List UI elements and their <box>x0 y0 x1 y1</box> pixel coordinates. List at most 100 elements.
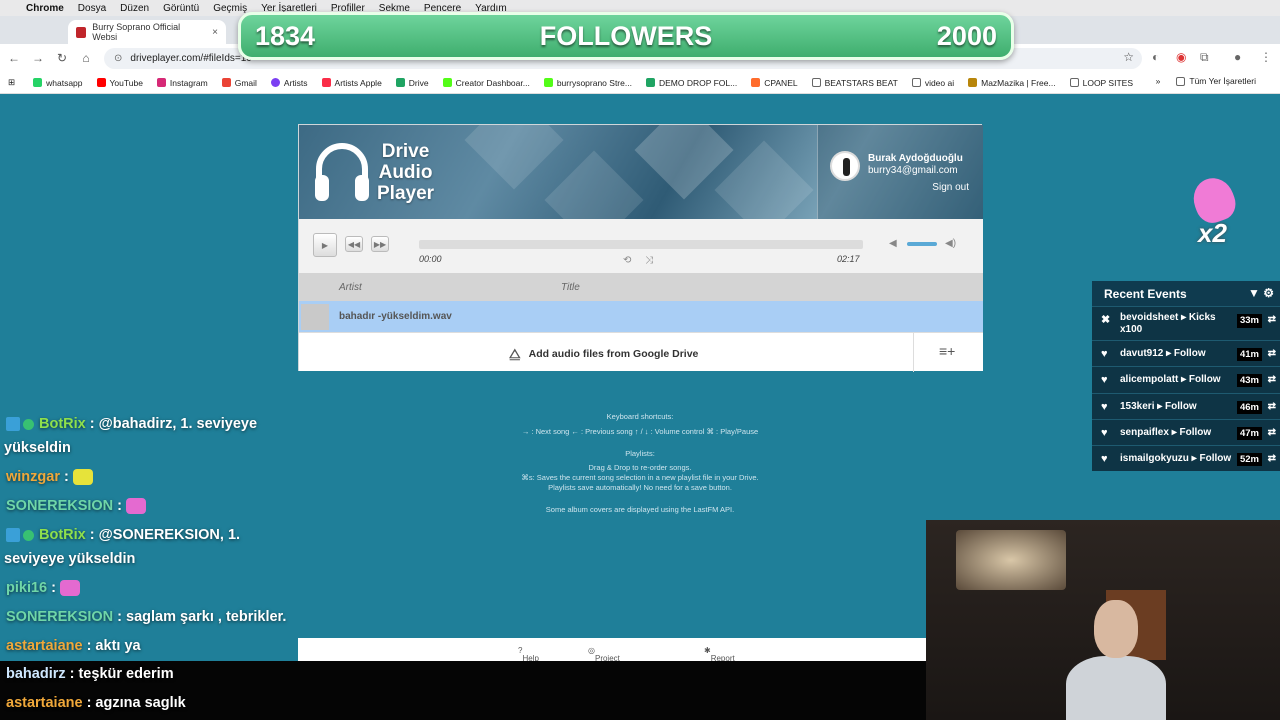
followers-goal-bar: 1834 FOLLOWERS 2000 <box>238 12 1014 60</box>
gear-icon[interactable]: ⚙ <box>1263 286 1274 300</box>
repeat-icon[interactable]: ⟲ <box>623 255 631 266</box>
replay-icon[interactable]: ⇄ <box>1268 314 1276 326</box>
extensions-puzzle-icon[interactable]: ⧉ <box>1200 50 1209 65</box>
menu-goruntu[interactable]: Görüntü <box>163 3 199 14</box>
album-cover <box>301 304 329 330</box>
bookmark-youtube[interactable]: YouTube <box>96 78 143 88</box>
verified-icon <box>23 418 34 430</box>
chat-username: astartaiane <box>6 638 83 654</box>
bookmark-star-icon[interactable]: ☆ <box>1123 50 1134 64</box>
bookmark-burrysoprano[interactable]: burrysoprano Stre... <box>543 77 632 88</box>
close-icon[interactable]: × <box>212 27 218 38</box>
extension-icon[interactable]: ◐ <box>1152 50 1159 64</box>
time-current: 00:00 <box>419 254 442 264</box>
home-icon[interactable]: ⌂ <box>74 51 98 65</box>
replay-icon[interactable]: ⇄ <box>1268 374 1276 385</box>
chat-username: BotRix <box>39 416 86 432</box>
chat-text: : agzına saglık <box>86 695 186 711</box>
menu-chrome[interactable]: Chrome <box>26 3 64 14</box>
sign-out-link[interactable]: Sign out <box>932 182 969 193</box>
menu-gecmis[interactable]: Geçmiş <box>213 3 247 14</box>
apps-grid-icon[interactable]: ⊞ <box>8 77 15 88</box>
browser-tab[interactable]: Burry Soprano Official Websi × <box>68 20 226 44</box>
event-item: ♥ davut912 ▸ Follow 41m ⇄ <box>1092 340 1280 367</box>
replay-icon[interactable]: ⇄ <box>1268 348 1276 359</box>
previous-button[interactable]: ◀◀ <box>345 236 363 252</box>
bookmark-creator-dashboard[interactable]: Creator Dashboar... <box>442 78 530 88</box>
help-link[interactable]: ? Help <box>518 646 539 663</box>
goal-target: 2000 <box>936 20 997 51</box>
add-playlist-icon[interactable]: ≡+ <box>939 343 955 359</box>
column-title[interactable]: Title <box>561 282 580 293</box>
banner-shape <box>464 125 564 190</box>
bookmark-artists[interactable]: Artists <box>270 77 308 88</box>
logo-line: Drive <box>381 141 430 162</box>
heart-icon: ♥ <box>1101 426 1108 439</box>
site-info-icon[interactable]: ⊙ <box>114 53 122 64</box>
column-artist[interactable]: Artist <box>339 282 362 293</box>
play-button[interactable]: ▶ <box>313 233 337 257</box>
folder-icon <box>1069 78 1079 87</box>
menu-dosya[interactable]: Dosya <box>78 3 106 14</box>
progress-bar[interactable] <box>419 240 863 249</box>
bookmark-gmail[interactable]: Gmail <box>221 78 257 88</box>
goal-label: FOLLOWERS <box>539 20 713 51</box>
volume-up-icon[interactable]: ◀) <box>945 238 956 249</box>
bookmark-drive[interactable]: Drive <box>395 78 429 88</box>
panel-icons: ▼ ⚙ <box>1248 286 1274 300</box>
report-bug-link[interactable]: ✱ Report a bug <box>704 646 735 672</box>
table-row[interactable]: bahadır -yükseldim.wav <box>299 301 983 332</box>
add-files-label: Add audio files from Google Drive <box>528 348 699 360</box>
bookmark-label: Artists <box>283 77 308 88</box>
tab-title: Burry Soprano Official Websi <box>92 22 181 42</box>
shuffle-icon[interactable]: ⤨ <box>645 255 653 266</box>
bookmark-label: Tüm Yer İşaretleri <box>1189 76 1256 86</box>
bookmark-mazmazika[interactable]: MazMazika | Free... <box>968 78 1056 88</box>
back-icon[interactable]: ← <box>2 51 26 65</box>
bookmark-demo-drop[interactable]: DEMO DROP FOL... <box>645 78 737 88</box>
volume-mute-icon[interactable]: ◀ <box>889 238 897 249</box>
chat-text: : aktı ya <box>86 638 141 654</box>
kick-icon <box>543 78 553 87</box>
next-button[interactable]: ▶▶ <box>371 236 389 252</box>
chat-message-cont: yükseldin <box>4 440 71 456</box>
bookmark-beatstars[interactable]: BEATSTARS BEAT <box>811 78 898 88</box>
spotify-icon <box>270 78 280 87</box>
chat-message: bahadirz: teşkür ederim <box>6 666 174 682</box>
chat-text: : @SONEREKSION, 1. <box>89 527 241 543</box>
bookmark-cpanel[interactable]: CPANEL <box>751 78 798 88</box>
more-menu-icon[interactable]: ⋮ <box>1260 50 1272 64</box>
drive-add-icon: ⧋ <box>509 346 521 361</box>
menu-duzen[interactable]: Düzen <box>120 3 149 14</box>
volume-slider[interactable] <box>907 242 937 246</box>
all-bookmarks-button[interactable]: Tüm Yer İşaretleri <box>1176 76 1256 86</box>
bookmark-instagram[interactable]: Instagram <box>156 78 208 88</box>
profile-icon[interactable]: ● <box>1234 50 1241 64</box>
replay-icon[interactable]: ⇄ <box>1268 401 1276 412</box>
chat-message: SONEREKSION: <box>6 498 147 515</box>
more-bookmarks-button[interactable]: » <box>1156 76 1161 86</box>
chat-message: winzgar: <box>6 469 93 486</box>
bookmark-whatsapp[interactable]: whatsapp <box>33 78 83 88</box>
shortcuts-text: → : Next song ← : Previous song ↑ / ↓ : … <box>521 427 759 436</box>
emote-icon <box>59 580 80 597</box>
bookmark-label: burrysoprano Stre... <box>556 77 632 88</box>
record-icon[interactable]: ◉ <box>1176 50 1186 64</box>
replay-icon[interactable]: ⇄ <box>1268 453 1276 464</box>
logo-line: Audio <box>378 162 433 183</box>
forward-icon[interactable]: → <box>26 51 50 65</box>
chat-text: : <box>63 469 69 485</box>
drive-icon <box>395 78 405 87</box>
youtube-icon <box>96 78 106 87</box>
chat-username: bahadirz <box>6 666 66 682</box>
add-files-button[interactable]: ⧋ Add audio files from Google Drive <box>509 346 698 362</box>
bookmark-loop-sites[interactable]: LOOP SITES <box>1069 78 1133 88</box>
page-footer: ? Help ◎ Project on GitHub ✱ Report a bu… <box>298 638 982 681</box>
bookmark-artists-apple[interactable]: Artists Apple <box>321 78 382 88</box>
folder-icon <box>811 78 821 87</box>
replay-icon[interactable]: ⇄ <box>1268 427 1276 438</box>
filter-icon[interactable]: ▼ <box>1248 286 1260 300</box>
bookmark-video-ai[interactable]: video ai <box>911 78 954 88</box>
reload-icon[interactable]: ↻ <box>50 51 74 65</box>
github-link[interactable]: ◎ Project on GitHub <box>588 646 620 681</box>
